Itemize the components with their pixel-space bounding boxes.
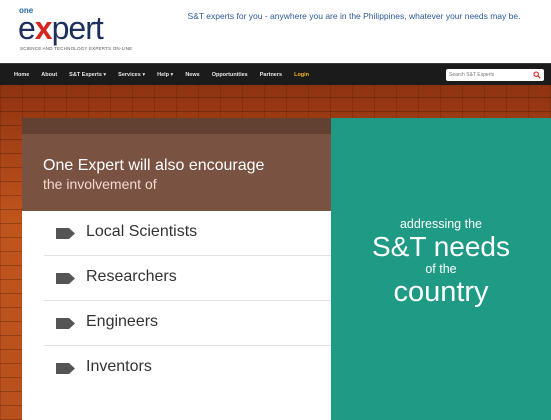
list-item-label: Inventors	[86, 358, 152, 375]
mission-line-1: addressing the	[399, 217, 482, 231]
tag-icon	[56, 228, 75, 239]
nav-item-6[interactable]: Opportunities	[212, 72, 248, 78]
mission-line-3: of the	[425, 262, 457, 276]
list-item-label: Engineers	[86, 313, 159, 330]
list-item: Local Scientists	[44, 211, 331, 256]
logo-wordmark: expert	[18, 10, 104, 46]
list-item-label: Researchers	[86, 268, 177, 285]
involvement-heading: One Expert will also encourage the invol…	[43, 156, 323, 193]
mission-panel: addressing the S&T needs of the country	[331, 118, 551, 420]
nav-item-4[interactable]: Help ▾	[157, 72, 173, 78]
logo-tagline: SCIENCE AND TECHNOLOGY EXPERTS ON-LINE	[20, 46, 133, 51]
mission-text: addressing the S&T needs of the country	[331, 216, 551, 308]
logo-letter-x: x	[34, 10, 53, 46]
involvement-panel: One Expert will also encourage the invol…	[22, 118, 331, 420]
nav-item-0[interactable]: Home	[14, 72, 29, 78]
nav-item-5[interactable]: News	[185, 72, 199, 78]
tag-icon	[56, 363, 75, 374]
heading-cap	[22, 118, 331, 134]
nav-item-3[interactable]: Services ▾	[118, 72, 145, 78]
main-nav: Home About S&T Experts ▾ Services ▾ Help ▾ Ne…	[0, 63, 551, 85]
list-item: Engineers	[44, 301, 331, 346]
tag-icon	[56, 273, 75, 284]
magnifier-icon[interactable]	[533, 71, 541, 79]
nav-item-2[interactable]: S&T Experts ▾	[69, 72, 106, 78]
nav-item-1[interactable]: About	[41, 72, 57, 78]
logo-letters-pert: pert	[51, 10, 104, 46]
involvement-list: Local Scientists Researchers Engineers Inve…	[22, 211, 331, 391]
search-box	[446, 69, 544, 81]
heading-line-1: One Expert will also encourage	[43, 157, 265, 174]
list-item: Researchers	[44, 256, 331, 301]
list-item-label: Local Scientists	[86, 223, 198, 240]
site-logo[interactable]: one expert SCIENCE AND TECHNOLOGY EXPERT…	[18, 6, 150, 52]
mission-line-4: country	[393, 276, 489, 308]
header-tagline: S&T experts for you - anywhere you are i…	[187, 11, 521, 21]
list-item: Inventors	[44, 346, 331, 391]
site-header: one expert SCIENCE AND TECHNOLOGY EXPERT…	[0, 0, 551, 63]
logo-letter-e: e	[18, 10, 36, 46]
heading-line-2: the involvement of	[43, 176, 157, 192]
mission-line-2: S&T needs	[371, 231, 511, 262]
tag-icon	[56, 318, 75, 329]
search-input[interactable]	[449, 70, 529, 80]
page: one expert SCIENCE AND TECHNOLOGY EXPERT…	[0, 0, 551, 420]
involvement-heading-block: One Expert will also encourage the invol…	[22, 118, 331, 211]
nav-items: Home About S&T Experts ▾ Services ▾ Help ▾ Ne…	[14, 64, 321, 86]
nav-item-8[interactable]: Login	[294, 72, 309, 78]
nav-item-7[interactable]: Partners	[260, 72, 282, 78]
